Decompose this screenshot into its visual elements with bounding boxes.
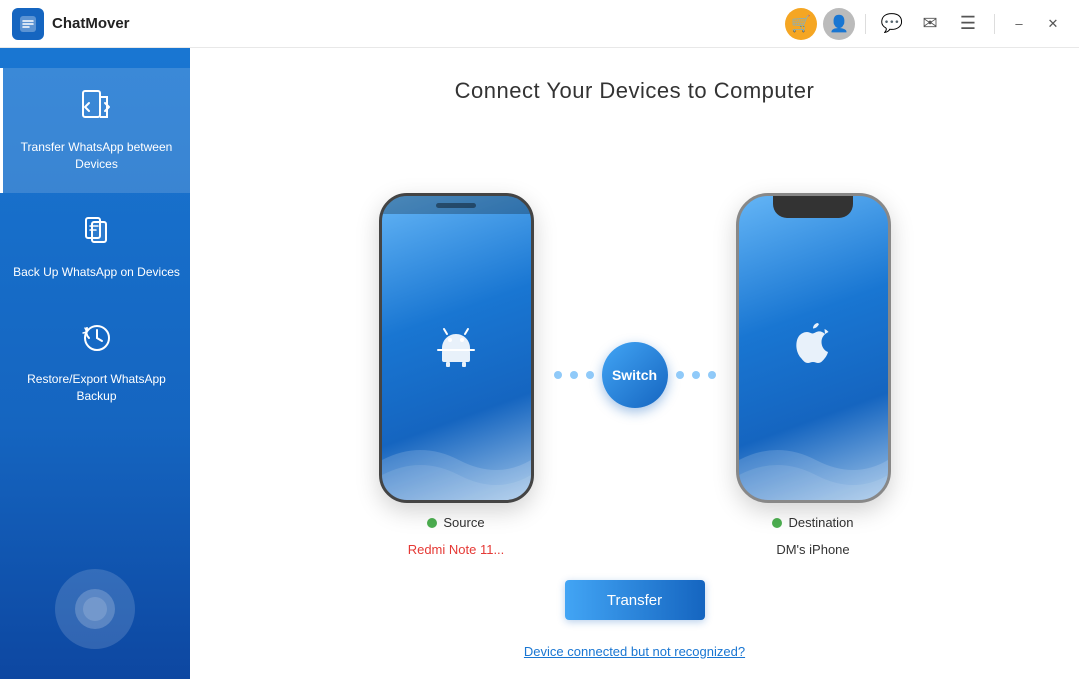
- content-area: Connect Your Devices to Computer: [190, 48, 1079, 679]
- titlebar-right: 🛒 👤 💬 ✉ ☰ – ✕: [785, 8, 1067, 40]
- sidebar-decoration: [55, 569, 135, 649]
- phone-wave-android: [382, 420, 531, 500]
- phone-wave-iphone: [739, 420, 888, 500]
- transfer-icon: [79, 88, 115, 131]
- iphone-notch: [773, 196, 853, 218]
- sidebar-bottom: [0, 559, 190, 659]
- source-device-section: Source Redmi Note 11...: [379, 193, 534, 557]
- dot-2: [570, 371, 578, 379]
- android-topbar: [382, 196, 531, 214]
- backup-icon: [79, 213, 115, 256]
- dot-6: [708, 371, 716, 379]
- dest-status: Destination: [772, 515, 853, 530]
- restore-icon: [79, 320, 115, 363]
- android-phone: [379, 193, 534, 503]
- app-logo: [12, 8, 44, 40]
- source-label: Source: [443, 515, 484, 530]
- separator2: [994, 14, 995, 34]
- destination-device-section: Destination DM's iPhone: [736, 193, 891, 557]
- source-status: Source: [427, 515, 484, 530]
- sidebar-item-transfer-label: Transfer WhatsApp between Devices: [13, 139, 180, 173]
- dest-status-dot: [772, 518, 782, 528]
- footer-link[interactable]: Device connected but not recognized?: [524, 644, 745, 659]
- switch-button[interactable]: Switch: [602, 342, 668, 408]
- sidebar-item-restore-label: Restore/Export WhatsApp Backup: [13, 371, 180, 405]
- dot-3: [586, 371, 594, 379]
- menu-icon[interactable]: ☰: [952, 8, 984, 40]
- android-speaker: [436, 203, 476, 208]
- device-area: Source Redmi Note 11... Switch: [210, 134, 1059, 616]
- sidebar-item-backup[interactable]: Back Up WhatsApp on Devices: [0, 193, 190, 301]
- apple-icon: [787, 316, 839, 380]
- mail-icon[interactable]: ✉: [914, 8, 946, 40]
- sidebar-item-transfer[interactable]: Transfer WhatsApp between Devices: [0, 68, 190, 193]
- dot-1: [554, 371, 562, 379]
- separator: [865, 14, 866, 34]
- page-title: Connect Your Devices to Computer: [455, 78, 815, 104]
- chat-icon[interactable]: 💬: [876, 8, 908, 40]
- dot-4: [676, 371, 684, 379]
- transfer-button[interactable]: Transfer: [565, 580, 705, 620]
- transfer-btn-row: Transfer: [565, 576, 705, 620]
- sidebar-item-backup-label: Back Up WhatsApp on Devices: [13, 264, 180, 281]
- dest-device-name: DM's iPhone: [776, 542, 849, 557]
- main-layout: Transfer WhatsApp between Devices Back U…: [0, 48, 1079, 679]
- source-device-name: Redmi Note 11...: [408, 542, 505, 557]
- user-icon[interactable]: 👤: [823, 8, 855, 40]
- iphone-phone: [736, 193, 891, 503]
- dest-label: Destination: [788, 515, 853, 530]
- dot-5: [692, 371, 700, 379]
- titlebar: ChatMover 🛒 👤 💬 ✉ ☰ – ✕: [0, 0, 1079, 48]
- sidebar: Transfer WhatsApp between Devices Back U…: [0, 48, 190, 679]
- app-name: ChatMover: [52, 15, 130, 32]
- source-status-dot: [427, 518, 437, 528]
- titlebar-left: ChatMover: [12, 8, 130, 40]
- android-icon: [428, 314, 484, 382]
- close-button[interactable]: ✕: [1039, 10, 1067, 38]
- cart-icon[interactable]: 🛒: [785, 8, 817, 40]
- sidebar-item-restore[interactable]: Restore/Export WhatsApp Backup: [0, 300, 190, 425]
- switch-area: Switch: [534, 342, 736, 408]
- minimize-button[interactable]: –: [1005, 10, 1033, 38]
